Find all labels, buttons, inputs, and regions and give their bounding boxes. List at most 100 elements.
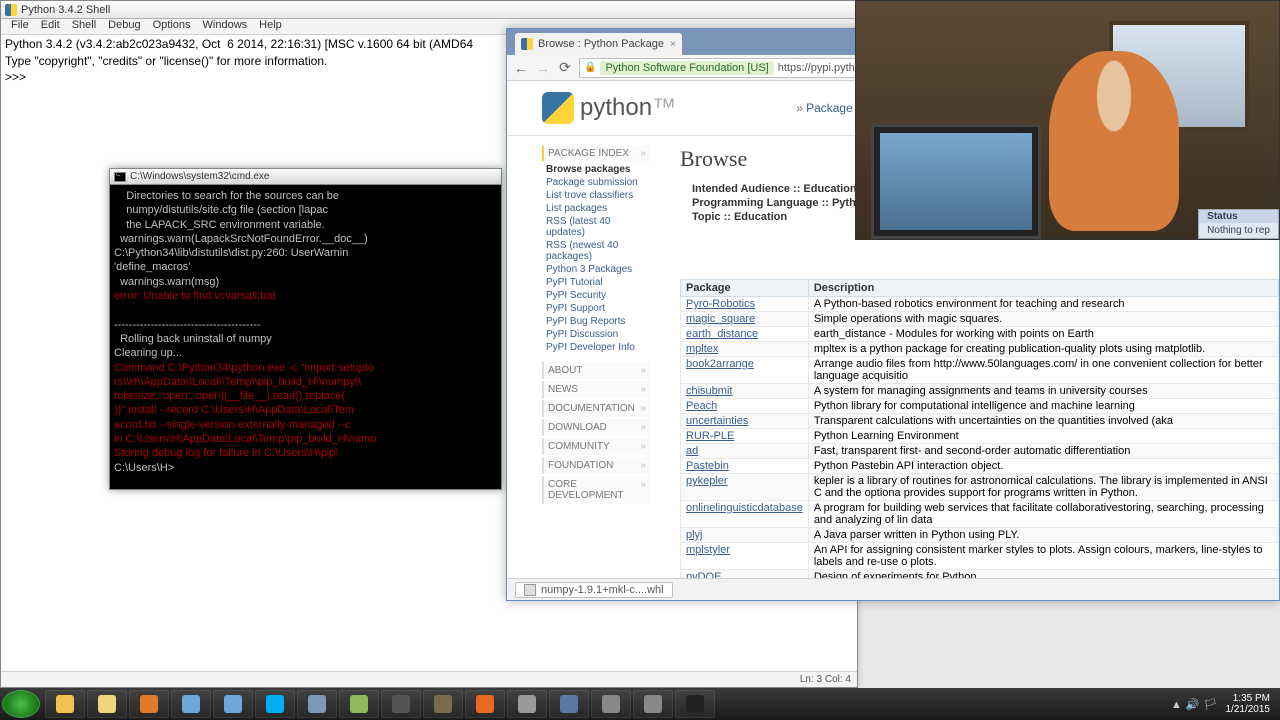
sidebar-group[interactable]: DOCUMENTATION» xyxy=(542,400,650,417)
status-box: Status Nothing to rep xyxy=(1198,209,1279,239)
package-link[interactable]: magic_square xyxy=(686,313,755,325)
app5-icon[interactable] xyxy=(381,690,421,718)
package-link[interactable]: uncertainties xyxy=(686,415,748,427)
python-icon xyxy=(5,4,17,16)
table-row: Pyro-RoboticsA Python-based robotics env… xyxy=(681,297,1279,312)
col-description: Description xyxy=(808,280,1278,297)
sidebar-group[interactable]: ABOUT» xyxy=(542,362,650,379)
sidebar-item[interactable]: PyPI Support xyxy=(546,302,650,315)
chrome-tab[interactable]: Browse : Python Package × xyxy=(515,33,682,55)
app9-icon[interactable] xyxy=(633,690,673,718)
package-link[interactable]: ad xyxy=(686,445,698,457)
table-row: uncertaintiesTransparent calculations wi… xyxy=(681,414,1279,429)
forward-icon[interactable]: → xyxy=(535,60,551,76)
start-button[interactable] xyxy=(2,690,40,718)
skype-icon[interactable] xyxy=(255,690,295,718)
cmd-icon[interactable] xyxy=(675,690,715,718)
tab-title: Browse : Python Package xyxy=(538,38,664,50)
app4-icon[interactable] xyxy=(339,690,379,718)
reload-icon[interactable]: ⟳ xyxy=(557,60,573,76)
sidebar-item[interactable]: RSS (newest 40 packages) xyxy=(546,239,650,263)
sidebar: PACKAGE INDEX» Browse packagesPackage su… xyxy=(542,146,650,578)
app7-icon[interactable] xyxy=(507,690,547,718)
package-link[interactable]: Pyro-Robotics xyxy=(686,298,755,310)
app6-icon[interactable] xyxy=(423,690,463,718)
download-item[interactable]: numpy-1.9.1+mkl-c....whl xyxy=(515,582,673,598)
sidebar-item[interactable]: Python 3 Packages xyxy=(546,263,650,276)
app2-icon[interactable] xyxy=(213,690,253,718)
package-desc: Arrange audio files from http://www.50la… xyxy=(808,357,1278,384)
table-row: onlinelinguisticdatabaseA program for bu… xyxy=(681,501,1279,528)
chrome-icon[interactable] xyxy=(45,690,85,718)
sidebar-item[interactable]: List packages xyxy=(546,202,650,215)
package-link[interactable]: Pastebin xyxy=(686,460,729,472)
app3-icon[interactable] xyxy=(297,690,337,718)
package-link[interactable]: RUR-PLE xyxy=(686,430,734,442)
sidebar-item[interactable]: PyPI Bug Reports xyxy=(546,315,650,328)
lock-icon: 🔒 xyxy=(584,62,596,73)
sidebar-item[interactable]: Package submission xyxy=(546,176,650,189)
webcam-overlay: Status Nothing to rep xyxy=(855,0,1280,240)
sidebar-group[interactable]: NEWS» xyxy=(542,381,650,398)
sidebar-item[interactable]: List trove classifiers xyxy=(546,189,650,202)
app1-icon[interactable] xyxy=(171,690,211,718)
menu-options[interactable]: Options xyxy=(147,19,197,34)
package-desc: A system for managing assignments and te… xyxy=(808,384,1278,399)
tray-icons[interactable]: ▲🔊🏳 xyxy=(1169,698,1220,711)
tab-close-icon[interactable]: × xyxy=(664,39,676,50)
sidebar-header-package-index[interactable]: PACKAGE INDEX» xyxy=(542,146,650,161)
package-link[interactable]: mpltex xyxy=(686,343,718,355)
package-link[interactable]: Peach xyxy=(686,400,717,412)
col-package: Package xyxy=(681,280,809,297)
package-link[interactable]: mplstyler xyxy=(686,544,730,556)
package-desc: Design of experiments for Python xyxy=(808,570,1278,579)
sidebar-group[interactable]: FOUNDATION» xyxy=(542,457,650,474)
sidebar-item[interactable]: PyPI Developer Info xyxy=(546,341,650,354)
menu-file[interactable]: File xyxy=(5,19,35,34)
package-link[interactable]: onlinelinguisticdatabase xyxy=(686,502,803,514)
package-desc: Python Pastebin API interaction object. xyxy=(808,459,1278,474)
menu-edit[interactable]: Edit xyxy=(35,19,66,34)
package-link[interactable]: book2arrange xyxy=(686,358,754,370)
package-desc: earth_distance - Modules for working wit… xyxy=(808,327,1278,342)
package-desc: Simple operations with magic squares. xyxy=(808,312,1278,327)
cmd-titlebar[interactable]: C:\Windows\system32\cmd.exe xyxy=(110,169,501,185)
sidebar-group[interactable]: CORE DEVELOPMENT» xyxy=(542,476,650,504)
sidebar-group[interactable]: DOWNLOAD» xyxy=(542,419,650,436)
sidebar-item[interactable]: Browse packages xyxy=(546,163,650,176)
python-shell-icon[interactable] xyxy=(549,690,589,718)
sidebar-item[interactable]: PyPI Discussion xyxy=(546,328,650,341)
package-desc: Python library for computational intelli… xyxy=(808,399,1278,414)
app8-icon[interactable] xyxy=(591,690,631,718)
package-link[interactable]: pykepler xyxy=(686,475,728,487)
package-link[interactable]: plyj xyxy=(686,529,703,541)
status-text: Nothing to rep xyxy=(1199,223,1278,238)
sidebar-item[interactable]: RSS (latest 40 updates) xyxy=(546,215,650,239)
python-logo[interactable]: python™ xyxy=(542,92,676,124)
cmd-icon xyxy=(114,172,126,182)
menu-windows[interactable]: Windows xyxy=(197,19,254,34)
package-desc: A Java parser written in Python using PL… xyxy=(808,528,1278,543)
idle-titlebar[interactable]: Python 3.4.2 Shell xyxy=(1,1,857,19)
cmd-body[interactable]: Directories to search for the sources ca… xyxy=(110,185,501,479)
download-bar: numpy-1.9.1+mkl-c....whl xyxy=(507,578,1279,600)
sidebar-group[interactable]: COMMUNITY» xyxy=(542,438,650,455)
media-icon[interactable] xyxy=(129,690,169,718)
table-row: Peach Python library for computational in… xyxy=(681,399,1279,414)
explorer-icon[interactable] xyxy=(87,690,127,718)
package-link[interactable]: pyDOE xyxy=(686,571,721,578)
package-desc: Python Learning Environment xyxy=(808,429,1278,444)
package-link[interactable]: chisubmit xyxy=(686,385,732,397)
sidebar-item[interactable]: PyPI Tutorial xyxy=(546,276,650,289)
table-row: earth_distance earth_distance - Modules f… xyxy=(681,327,1279,342)
sidebar-item[interactable]: PyPI Security xyxy=(546,289,650,302)
table-row: magic_square Simple operations with magic… xyxy=(681,312,1279,327)
table-row: plyj A Java parser written in Python usin… xyxy=(681,528,1279,543)
menu-help[interactable]: Help xyxy=(253,19,288,34)
back-icon[interactable]: ← xyxy=(513,60,529,76)
menu-debug[interactable]: Debug xyxy=(102,19,146,34)
menu-shell[interactable]: Shell xyxy=(66,19,102,34)
firefox-icon[interactable] xyxy=(465,690,505,718)
clock[interactable]: 1:35 PM 1/21/2015 xyxy=(1226,693,1271,715)
package-link[interactable]: earth_distance xyxy=(686,328,758,340)
